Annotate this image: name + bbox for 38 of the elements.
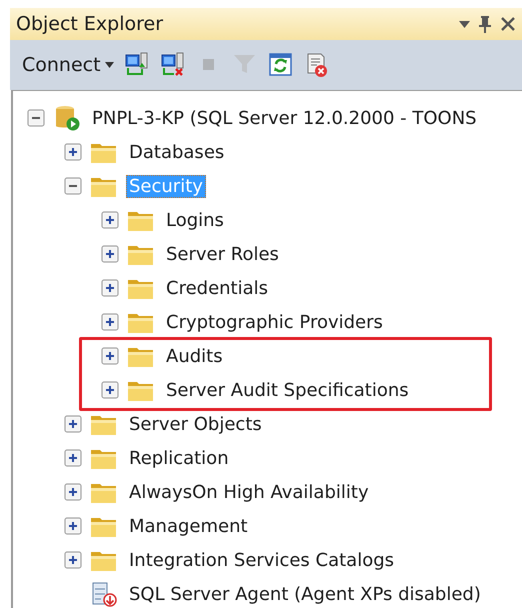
tree-item[interactable]: Logins: [163, 208, 227, 232]
expand-icon[interactable]: [101, 381, 119, 399]
close-icon[interactable]: [500, 16, 516, 32]
window-title: Object Explorer: [16, 13, 164, 35]
collapse-icon[interactable]: [64, 177, 82, 195]
caret-icon: [104, 62, 114, 68]
tree-item[interactable]: AlwaysOn High Availability: [126, 480, 372, 504]
collapse-icon[interactable]: [27, 109, 45, 127]
pin-icon[interactable]: [478, 15, 492, 33]
connect-button[interactable]: Connect: [22, 54, 114, 76]
expand-icon[interactable]: [64, 483, 82, 501]
tree-item[interactable]: Replication: [126, 446, 232, 470]
dropdown-icon[interactable]: [459, 20, 470, 28]
tree-item[interactable]: Server Objects: [126, 412, 265, 436]
tree-item[interactable]: Cryptographic Providers: [163, 310, 386, 334]
tree-item[interactable]: Databases: [126, 140, 228, 164]
expand-icon[interactable]: [64, 517, 82, 535]
tree-item[interactable]: PNPL-3-KP (SQL Server 12.0.2000 - TOONS: [89, 106, 480, 130]
tree-item[interactable]: SQL Server Agent (Agent XPs disabled): [126, 582, 484, 606]
expand-icon[interactable]: [101, 279, 119, 297]
database-server-icon: [53, 105, 81, 131]
expand-icon[interactable]: [101, 245, 119, 263]
expand-icon[interactable]: [101, 313, 119, 331]
tree-item[interactable]: Audits: [163, 344, 226, 368]
tree-item[interactable]: Management: [126, 514, 251, 538]
tree-item[interactable]: Integration Services Catalogs: [126, 548, 398, 572]
disconnect-icon[interactable]: [160, 52, 186, 78]
tree-item[interactable]: Server Roles: [163, 242, 282, 266]
tree-item[interactable]: Server Audit Specifications: [163, 378, 412, 402]
expand-icon[interactable]: [64, 143, 82, 161]
expand-icon[interactable]: [64, 415, 82, 433]
connect-icon[interactable]: [124, 52, 150, 78]
refresh-icon[interactable]: [268, 52, 294, 78]
expand-icon[interactable]: [101, 211, 119, 229]
expand-icon[interactable]: [101, 347, 119, 365]
tree-item[interactable]: Credentials: [163, 276, 272, 300]
expand-icon[interactable]: [64, 449, 82, 467]
expand-icon[interactable]: [64, 551, 82, 569]
